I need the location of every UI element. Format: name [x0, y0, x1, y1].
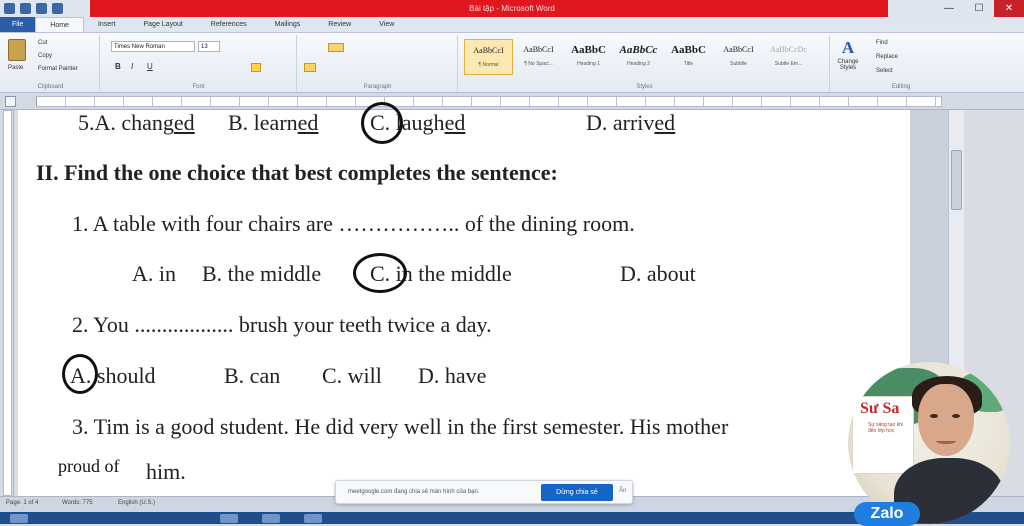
multilevel-list-icon[interactable] [328, 43, 344, 52]
q1-option-d: D. about [620, 261, 696, 286]
style-subtle-emphasis[interactable]: AaBbCcDc Subtle Em... [764, 39, 813, 75]
style-subtitle[interactable]: AaBbCcI Subtitle [714, 39, 763, 75]
find-button[interactable]: Find [876, 40, 888, 46]
highlight-color-icon[interactable] [251, 63, 261, 72]
tab-home[interactable]: Home [35, 17, 84, 32]
q5-answers-line: 5.A. changed [78, 110, 195, 135]
font-label: Font [192, 84, 205, 90]
copy-button[interactable]: Copy [38, 53, 52, 59]
q2-option-b: B. can [224, 363, 281, 388]
font-size-box[interactable]: 13 [198, 41, 220, 52]
q1-option-b: B. the middle [202, 261, 322, 286]
taskbar-app-icon[interactable] [220, 514, 238, 523]
maximize-button[interactable]: ☐ [964, 0, 994, 17]
replace-button[interactable]: Replace [876, 54, 898, 60]
hide-notification-button[interactable]: Ẩn [619, 488, 626, 494]
style-heading-2[interactable]: AaBbCc Heading 2 [614, 39, 663, 75]
select-button[interactable]: Select [876, 68, 893, 74]
align-left-icon[interactable] [304, 63, 316, 72]
paste-button[interactable]: Paste [8, 65, 23, 71]
question-3-continuation: him. [146, 459, 186, 484]
taskbar-word-icon[interactable] [304, 514, 322, 523]
font-group: Times New Roman 13 B I U Font [101, 35, 297, 91]
close-button[interactable]: ✕ [994, 0, 1024, 17]
style-normal[interactable]: AaBbCcI ¶ Normal [464, 39, 513, 75]
section-heading: II. Find the one choice that best comple… [36, 160, 558, 185]
sign-title: Sư Sa [860, 400, 900, 417]
styles-group: AaBbCcI ¶ Normal AaBbCcI ¶ No Spaci... A… [460, 35, 830, 91]
person-mouth [936, 438, 956, 444]
window-controls: — ☐ ✕ [934, 0, 1024, 17]
vertical-ruler-strip [3, 110, 12, 496]
clipboard-label: Clipboard [37, 84, 64, 90]
style-heading-1[interactable]: AaBbC Heading 1 [564, 39, 613, 75]
q5-option-d: D. arrived [586, 110, 676, 135]
zalo-logo: Zalo [854, 502, 920, 526]
horizontal-ruler[interactable] [0, 93, 1024, 110]
tab-page-layout[interactable]: Page Layout [129, 17, 196, 32]
vertical-ruler[interactable] [0, 110, 14, 496]
person-face [918, 384, 974, 456]
minimize-button[interactable]: — [934, 0, 964, 17]
editing-group: Find Replace Select Editing [866, 35, 936, 91]
style-title[interactable]: AaBbC Title [664, 39, 713, 75]
ribbon-tabs: File Home Insert Page Layout References … [0, 17, 1024, 33]
change-styles-button[interactable]: A Change Styles [833, 37, 863, 87]
webcam-overlay[interactable]: Sư Sa Sự sáng tạo khi đến lớp học Zalo [848, 362, 1024, 526]
tab-review[interactable]: Review [314, 17, 365, 32]
change-styles-icon: A [841, 38, 855, 57]
language-indicator[interactable]: English (U.S.) [118, 500, 155, 506]
editing-label: Editing [891, 84, 911, 90]
format-painter-button[interactable]: Format Painter [38, 66, 78, 72]
style-no-spacing[interactable]: AaBbCcI ¶ No Spaci... [514, 39, 563, 75]
paragraph-group: Paragraph [298, 35, 458, 91]
scrollbar-thumb[interactable] [951, 150, 962, 210]
paragraph-label: Paragraph [363, 84, 392, 90]
q5-option-b: B. learned [228, 110, 319, 135]
start-icon[interactable] [10, 514, 28, 523]
page-count[interactable]: Page: 1 of 4 [6, 500, 38, 506]
bold-button[interactable]: B [115, 62, 121, 71]
sign-subtitle: Sự sáng tạo khi đến lớp học [868, 422, 904, 434]
answer-circle-q1 [353, 253, 407, 293]
person-eye-left [930, 414, 938, 418]
q1-option-a: A. in [132, 261, 176, 286]
italic-button[interactable]: I [131, 62, 133, 71]
ruler-ticks [36, 97, 942, 106]
tab-view[interactable]: View [365, 17, 408, 32]
q2-option-c: C. will [322, 363, 382, 388]
tab-insert[interactable]: Insert [84, 17, 130, 32]
tab-references[interactable]: References [197, 17, 261, 32]
screen-share-message: meetgoogle.com đang chia sẻ màn hình của… [348, 489, 480, 495]
tab-file[interactable]: File [0, 17, 36, 32]
word-count[interactable]: Words: 775 [62, 500, 93, 506]
paste-icon[interactable] [8, 39, 26, 61]
tab-selector[interactable] [5, 96, 16, 107]
webcam-video: Sư Sa Sự sáng tạo khi đến lớp học [848, 362, 1010, 524]
font-name-box[interactable]: Times New Roman [111, 41, 195, 52]
window-title: Bài tập - Microsoft Word [469, 4, 555, 13]
screen-share-notification: meetgoogle.com đang chia sẻ màn hình của… [335, 480, 633, 504]
taskbar-browser-icon[interactable] [262, 514, 280, 523]
answer-circle-q5 [361, 102, 403, 144]
cut-button[interactable]: Cut [38, 40, 47, 46]
stop-sharing-button[interactable]: Dừng chia sẻ [541, 484, 613, 501]
title-bar: Bài tập - Microsoft Word — ☐ ✕ [0, 0, 1024, 17]
ribbon: Paste Cut Copy Format Painter Clipboard … [0, 33, 1024, 93]
question-2-stem: 2. You .................. brush your tee… [72, 312, 492, 337]
answer-circle-q2 [62, 354, 98, 394]
typed-answer-overlay[interactable]: proud of [56, 456, 122, 477]
styles-label: Styles [636, 84, 653, 90]
underline-button[interactable]: U [147, 62, 153, 71]
question-1-stem: 1. A table with four chairs are …………….. … [72, 211, 635, 236]
person-eye-right [952, 414, 960, 418]
tab-mailings[interactable]: Mailings [261, 17, 315, 32]
q2-option-d: D. have [418, 363, 487, 388]
clipboard-group: Paste Cut Copy Format Painter Clipboard [2, 35, 100, 91]
question-3-stem: 3. Tim is a good student. He did very we… [72, 414, 729, 439]
